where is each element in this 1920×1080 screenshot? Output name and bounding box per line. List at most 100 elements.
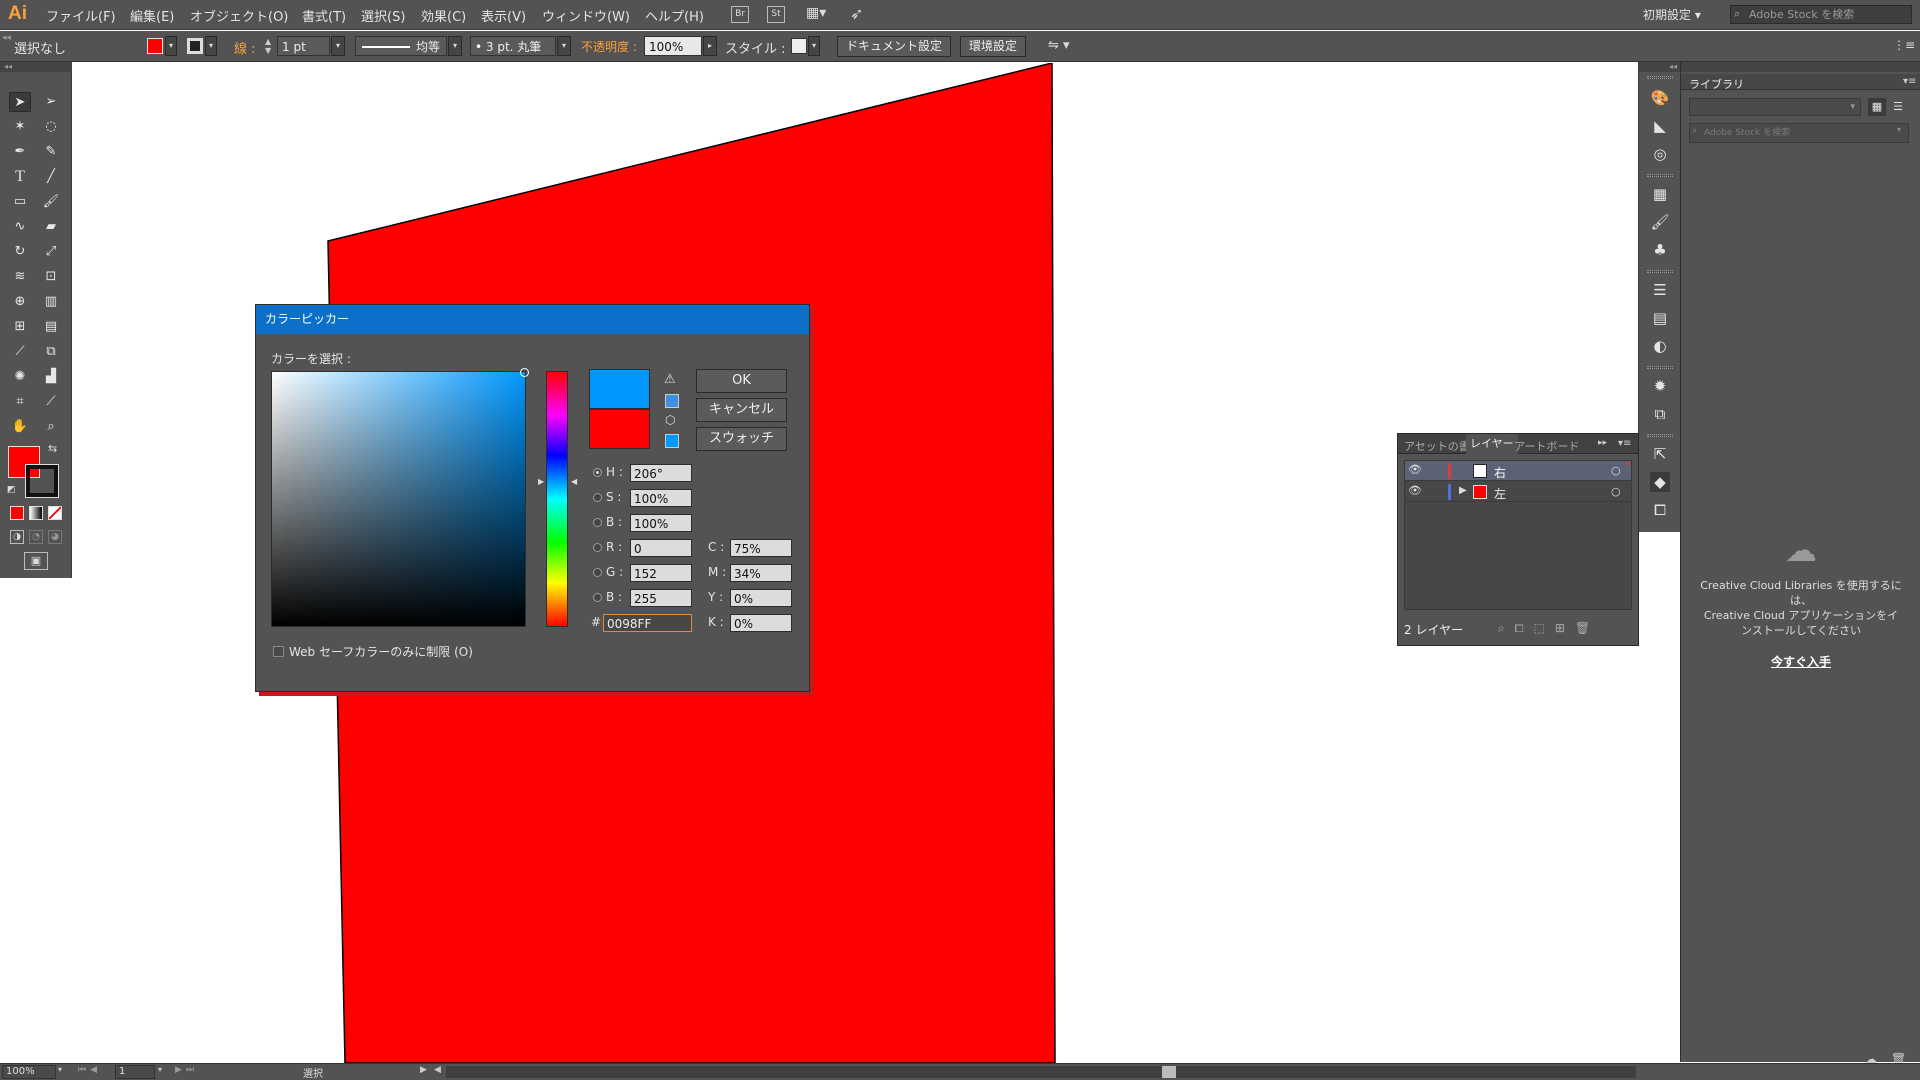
layer-target-icon[interactable]: ○ <box>1611 485 1621 498</box>
tools-panel-grip[interactable]: ◂◂ <box>0 62 72 72</box>
visibility-eye-icon[interactable]: 👁 <box>1408 484 1422 497</box>
color-field[interactable] <box>271 368 529 627</box>
shape-builder-tool-icon[interactable]: ⊕ <box>9 292 31 312</box>
opacity-input[interactable]: 100% <box>644 36 702 56</box>
blue-input[interactable]: 255 <box>630 589 692 607</box>
perspective-grid-tool-icon[interactable]: ▥ <box>40 292 62 312</box>
visibility-eye-icon[interactable]: 👁 <box>1408 463 1422 476</box>
arrange-icon[interactable]: ⇋ ▾ <box>1048 38 1070 53</box>
red-radio[interactable] <box>593 543 602 552</box>
artboard-dropdown-icon[interactable]: ▾ <box>158 1065 162 1074</box>
layers-menu-icon[interactable]: ▾≡ <box>1618 438 1631 449</box>
curvature-tool-icon[interactable]: ✎ <box>40 142 62 162</box>
eraser-tool-icon[interactable]: ▰ <box>40 217 62 237</box>
menu-window[interactable]: ウィンドウ(W) <box>542 6 630 25</box>
search-dropdown-icon[interactable]: ▾ <box>1897 125 1901 134</box>
artboard-tool-icon[interactable]: ⌗ <box>9 392 31 412</box>
mesh-tool-icon[interactable]: ⊞ <box>9 317 31 337</box>
horizontal-scrollbar-track-right[interactable] <box>1176 1066 1636 1078</box>
layers-footer-icons[interactable]: ⌕⧠⬚⊞🗑 <box>1498 621 1600 636</box>
stroke-profile-select[interactable]: 均等 <box>355 36 447 56</box>
brush-select[interactable]: • 3 pt. 丸筆 <box>470 36 556 56</box>
symbol-sprayer-tool-icon[interactable]: ✺ <box>9 367 31 387</box>
color-guide-icon[interactable]: ◣ <box>1650 116 1670 136</box>
layer-name[interactable]: 右 <box>1494 464 1506 481</box>
fill-dropdown[interactable]: ▾ <box>165 36 177 56</box>
graphic-style-dropdown[interactable]: ▾ <box>808 36 820 56</box>
stroke-profile-dropdown[interactable]: ▾ <box>448 36 462 56</box>
hex-input[interactable]: 0098FF <box>603 614 692 632</box>
draw-inside-icon[interactable]: ◕ <box>48 530 62 544</box>
document-settings-button[interactable]: ドキュメント設定 <box>837 36 952 57</box>
hue-slider-left-arrow[interactable]: ▶ <box>538 477 544 486</box>
stock-search-input[interactable]: Adobe Stock を検索 <box>1730 5 1912 24</box>
layer-name[interactable]: 左 <box>1494 485 1506 502</box>
artboard-nav-next-icons[interactable]: ▶⏭ <box>175 1065 198 1075</box>
out-of-gamut-warning-icon[interactable]: ⚠ <box>664 372 676 387</box>
panel-grip[interactable] <box>1681 62 1920 72</box>
selection-tool-icon[interactable]: ➤ <box>9 92 31 112</box>
line-tool-icon[interactable]: ╱ <box>40 167 62 187</box>
layer-row-left[interactable]: 👁 ▶ 左 ○ <box>1405 482 1631 502</box>
blend-tool-icon[interactable]: ⧉ <box>40 342 62 362</box>
default-colors-icon[interactable]: ◩ <box>7 485 16 495</box>
draw-normal-icon[interactable]: ◑ <box>10 530 24 544</box>
status-mode[interactable]: 選択 <box>303 1065 323 1080</box>
dock-collapse-icon[interactable]: ◂◂ <box>1639 62 1681 72</box>
menu-select[interactable]: 選択(S) <box>361 6 405 25</box>
menu-type[interactable]: 書式(T) <box>302 6 346 25</box>
menu-view[interactable]: 表示(V) <box>481 6 526 25</box>
preferences-button[interactable]: 環境設定 <box>960 36 1027 57</box>
gpu-performance-icon[interactable]: ➶ <box>850 4 863 23</box>
export-panel-icon[interactable]: ⇱ <box>1650 444 1670 464</box>
menu-object[interactable]: オブジェクト(O) <box>190 6 288 25</box>
library-search-input[interactable]: Adobe Stock を検索 <box>1689 123 1909 143</box>
green-radio[interactable] <box>593 568 602 577</box>
opacity-label[interactable]: 不透明度 : <box>581 38 637 55</box>
saturation-input[interactable]: 100% <box>630 489 692 507</box>
web-safe-label[interactable]: Web セーフカラーのみに制限 (O) <box>289 643 473 660</box>
direct-selection-tool-icon[interactable]: ➢ <box>40 92 62 112</box>
stroke-weight-stepper[interactable]: ▲ ▼ <box>265 37 271 55</box>
transparency-panel-icon[interactable]: ◐ <box>1650 336 1670 356</box>
shaper-tool-icon[interactable]: ∿ <box>9 217 31 237</box>
get-now-link[interactable]: 今すぐ入手 <box>1751 653 1851 670</box>
stroke-color-box[interactable] <box>25 464 59 498</box>
gradient-panel-icon[interactable]: ▤ <box>1650 308 1670 328</box>
menu-edit[interactable]: 編集(E) <box>130 6 174 25</box>
layer-row-right[interactable]: 👁 右 ○ <box>1405 461 1631 481</box>
saturation-radio[interactable] <box>593 493 602 502</box>
stroke-weight-dropdown[interactable]: ▾ <box>331 36 345 56</box>
web-safe-color-swatch[interactable] <box>665 434 679 448</box>
layers-panel-icon[interactable]: ◆ <box>1650 472 1670 492</box>
swatches-button[interactable]: スウォッチ <box>696 427 787 451</box>
type-tool-icon[interactable]: T <box>9 167 31 187</box>
zoom-tool-icon[interactable]: ⌕ <box>40 417 62 437</box>
hue-input[interactable]: 206° <box>630 464 692 482</box>
rectangle-tool-icon[interactable]: ▭ <box>9 192 31 212</box>
hue-slider-right-arrow[interactable]: ◀ <box>571 477 577 486</box>
gradient-tool-icon[interactable]: ▤ <box>40 317 62 337</box>
brightness-input[interactable]: 100% <box>630 514 692 532</box>
menu-help[interactable]: ヘルプ(H) <box>645 6 704 25</box>
symbols-panel-icon[interactable]: ♣ <box>1650 240 1670 260</box>
free-transform-tool-icon[interactable]: ⊡ <box>40 267 62 287</box>
stock-button[interactable]: St <box>767 6 785 23</box>
swatches-panel-icon[interactable]: ▦ <box>1650 184 1670 204</box>
libraries-title[interactable]: ライブラリ <box>1689 76 1744 92</box>
graph-tool-icon[interactable]: ▟ <box>40 367 62 387</box>
tab-asset-export[interactable]: アセットの書 <box>1404 438 1470 454</box>
zoom-dropdown-icon[interactable]: ▾ <box>58 1065 62 1074</box>
hand-tool-icon[interactable]: ✋ <box>9 417 31 437</box>
dialog-title[interactable]: カラーピッカー <box>256 305 809 334</box>
gradient-mode-icon[interactable] <box>29 506 43 520</box>
paintbrush-tool-icon[interactable]: 🖌 <box>40 192 62 212</box>
cyan-input[interactable]: 75% <box>730 539 792 557</box>
web-safe-warning-icon[interactable]: ⬡ <box>665 413 675 427</box>
brush-dropdown[interactable]: ▾ <box>557 36 571 56</box>
panel-menu-icon[interactable]: ⋮≡ <box>1893 38 1915 52</box>
rotate-tool-icon[interactable]: ↻ <box>9 242 31 262</box>
lasso-tool-icon[interactable]: ◌ <box>40 117 62 137</box>
slice-tool-icon[interactable]: ⟋ <box>40 392 62 412</box>
artboards-panel-icon[interactable]: ⧠ <box>1650 500 1670 520</box>
